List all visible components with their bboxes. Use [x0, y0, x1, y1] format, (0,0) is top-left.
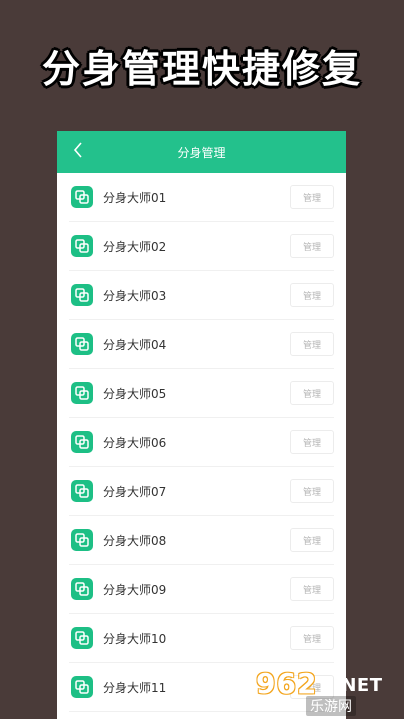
item-name: 分身大师10: [103, 631, 167, 646]
site-watermark: 962 .NET 乐游网: [256, 667, 396, 716]
list-item[interactable]: 分身大师06 管理: [69, 418, 334, 467]
item-name: 分身大师01: [103, 190, 167, 205]
manage-button[interactable]: 管理: [290, 332, 334, 356]
item-name: 分身大师08: [103, 533, 167, 548]
manage-button[interactable]: 管理: [290, 430, 334, 454]
clone-app-icon: [71, 186, 93, 208]
clone-app-icon: [71, 284, 93, 306]
item-name: 分身大师05: [103, 386, 167, 401]
item-name: 分身大师04: [103, 337, 167, 352]
back-button[interactable]: [67, 131, 89, 173]
list-item[interactable]: 分身大师07 管理: [69, 467, 334, 516]
chevron-left-icon: [73, 141, 83, 163]
list-item[interactable]: 分身大师08 管理: [69, 516, 334, 565]
manage-button[interactable]: 管理: [290, 528, 334, 552]
clone-app-icon: [71, 578, 93, 600]
clone-app-icon: [71, 382, 93, 404]
clone-app-icon: [71, 431, 93, 453]
manage-button[interactable]: 管理: [290, 381, 334, 405]
list-item[interactable]: 分身大师10 管理: [69, 614, 334, 663]
item-name: 分身大师09: [103, 582, 167, 597]
clone-list: 分身大师01 管理 分身大师02 管理 分身大师03 管理 分身大师04 管理: [57, 173, 346, 712]
page-title: 分身管理: [177, 145, 226, 160]
clone-app-icon: [71, 627, 93, 649]
list-item[interactable]: 分身大师05 管理: [69, 369, 334, 418]
watermark-domain: .NET: [334, 675, 383, 696]
manage-button[interactable]: 管理: [290, 283, 334, 307]
clone-app-icon: [71, 676, 93, 698]
manage-button[interactable]: 管理: [290, 185, 334, 209]
list-item[interactable]: 分身大师01 管理: [69, 173, 334, 222]
app-bar: 分身管理: [57, 131, 346, 173]
clone-app-icon: [71, 235, 93, 257]
manage-button[interactable]: 管理: [290, 626, 334, 650]
item-name: 分身大师03: [103, 288, 167, 303]
watermark-sitename: 乐游网: [306, 696, 356, 716]
manage-button[interactable]: 管理: [290, 234, 334, 258]
manage-button[interactable]: 管理: [290, 577, 334, 601]
list-item[interactable]: 分身大师09 管理: [69, 565, 334, 614]
item-name: 分身大师06: [103, 435, 167, 450]
item-name: 分身大师07: [103, 484, 167, 499]
clone-app-icon: [71, 480, 93, 502]
clone-app-icon: [71, 333, 93, 355]
clone-app-icon: [71, 529, 93, 551]
item-name: 分身大师02: [103, 239, 167, 254]
promo-headline: 分身管理快捷修复: [41, 47, 362, 91]
list-item[interactable]: 分身大师04 管理: [69, 320, 334, 369]
manage-button[interactable]: 管理: [290, 479, 334, 503]
phone-screen: 分身管理 分身大师01 管理 分身大师02 管理 分身大师03 管理 分身大师0…: [57, 131, 346, 719]
list-item[interactable]: 分身大师03 管理: [69, 271, 334, 320]
list-item[interactable]: 分身大师02 管理: [69, 222, 334, 271]
